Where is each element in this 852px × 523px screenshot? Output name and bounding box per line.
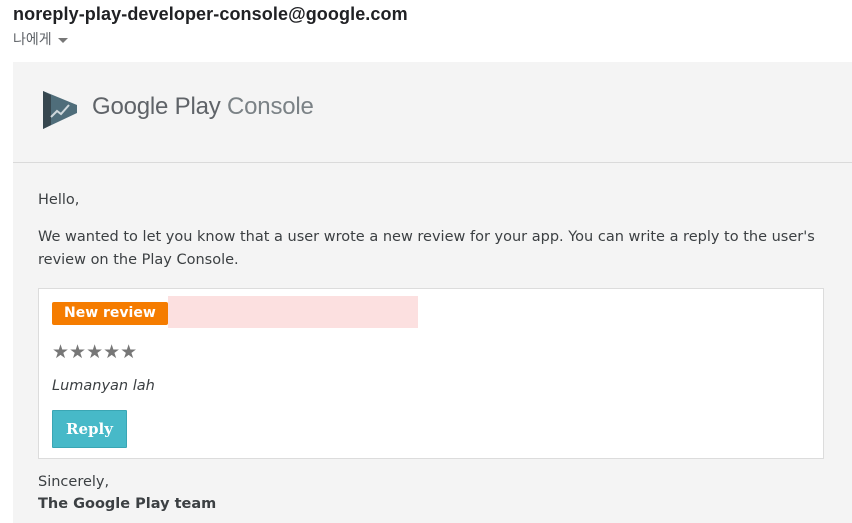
logo-brand: Google Play — [92, 93, 221, 120]
email-card: Google Play Console Hello, We wanted to … — [13, 62, 852, 523]
sender-address: noreply-play-developer-console@google.co… — [13, 4, 408, 24]
recipient-label: 나에게 — [13, 32, 52, 48]
greeting: Hello, — [38, 192, 80, 208]
signature: The Google Play team — [38, 496, 217, 512]
message-body: We wanted to let you know that a user wr… — [38, 229, 815, 268]
new-review-badge: New review — [52, 302, 168, 325]
signoff: Sincerely, — [38, 474, 110, 490]
reply-button[interactable]: Reply — [52, 410, 127, 448]
logo-text: Google Play Console — [92, 93, 314, 121]
recipient-line: 나에게 — [13, 29, 68, 49]
chevron-down-icon[interactable] — [57, 38, 68, 43]
play-console-logo-icon — [43, 91, 77, 129]
redacted-area — [168, 296, 418, 328]
logo-product: Console — [227, 93, 314, 120]
star-rating: ★★★★★ — [52, 341, 138, 363]
review-text: Lumanyan lah — [52, 378, 155, 394]
card-header: Google Play Console — [13, 62, 852, 163]
review-box: New review ★★★★★ Lumanyan lah Reply — [38, 288, 824, 459]
